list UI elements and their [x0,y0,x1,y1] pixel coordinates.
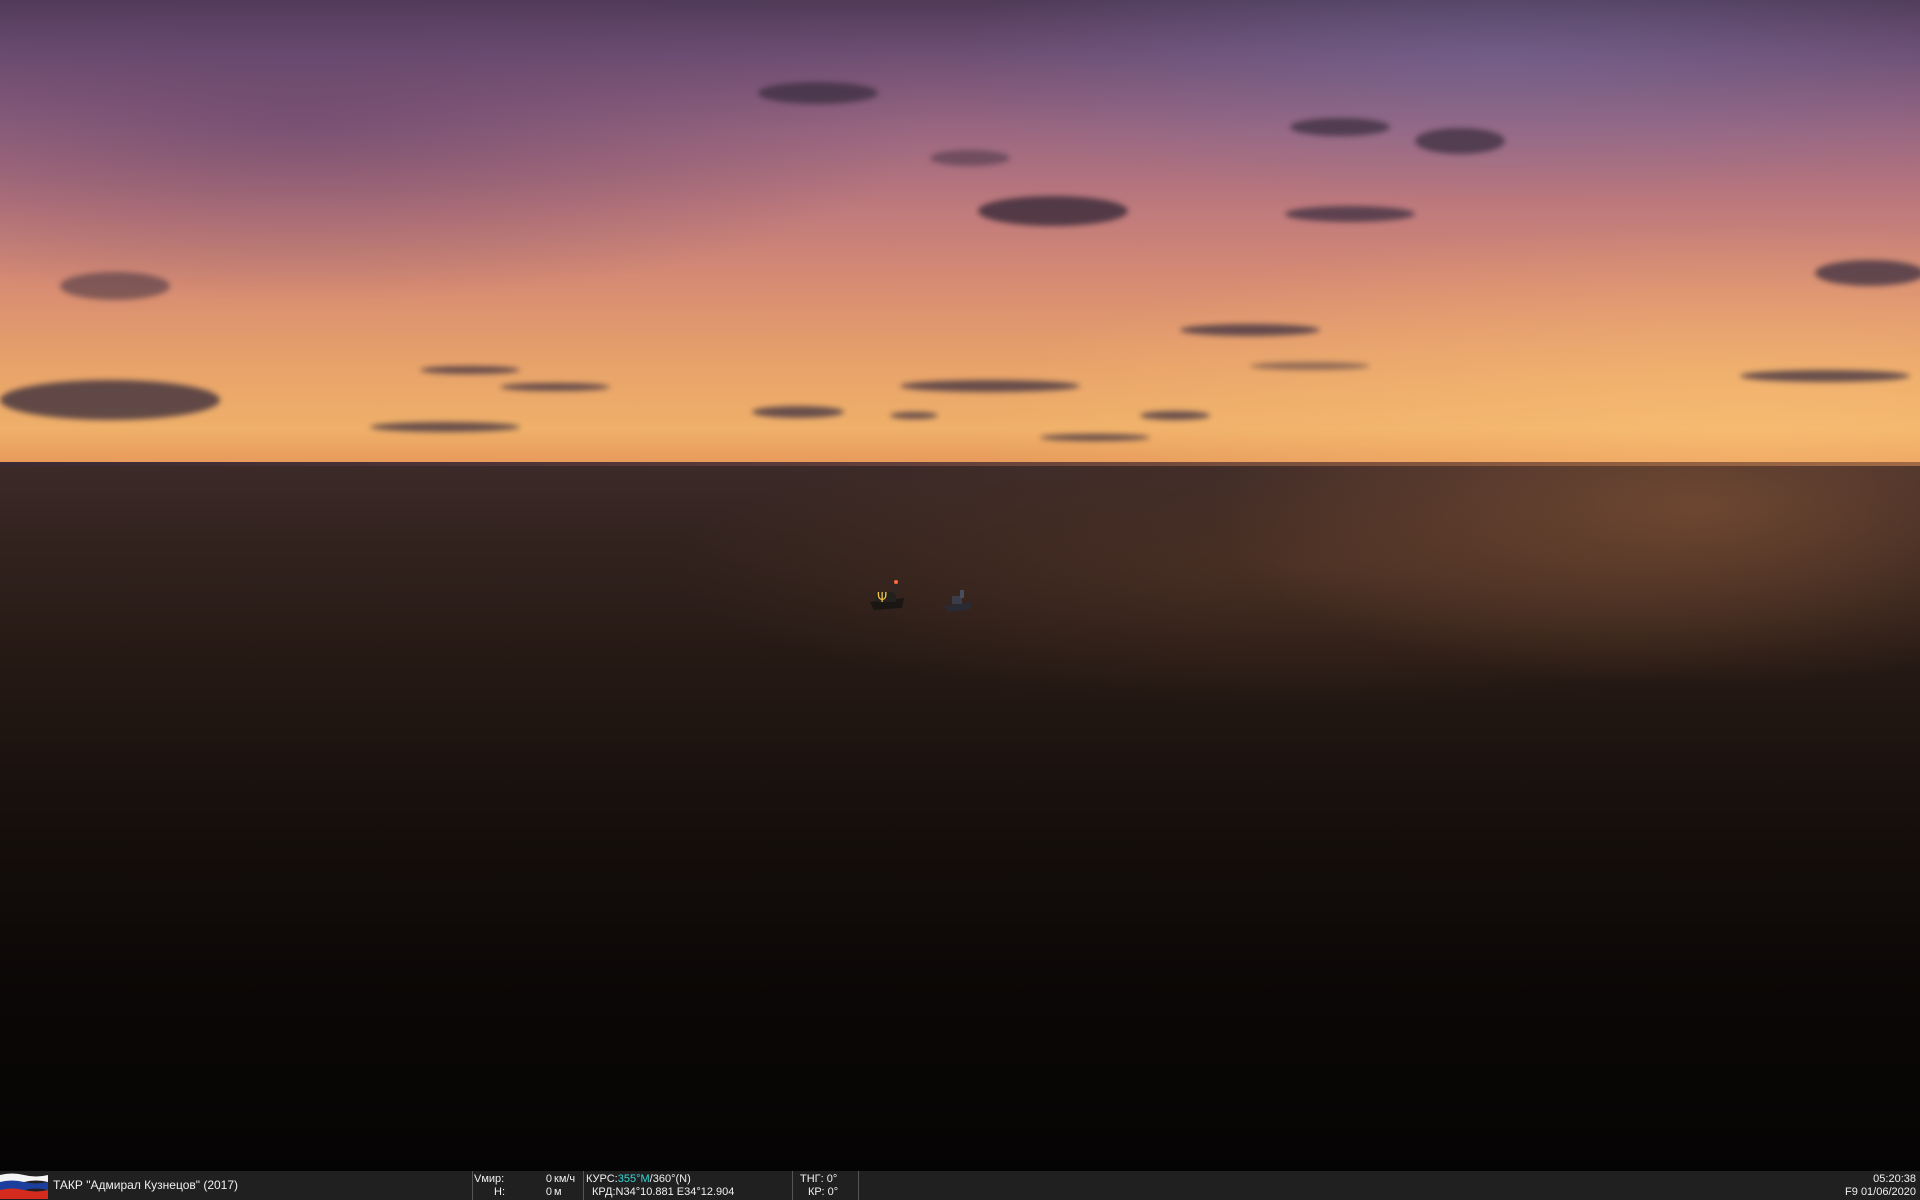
unit-name: ТАКР "Адмирал Кузнецов" (2017) [53,1178,239,1192]
cloud [752,406,844,418]
roll-readout: КР: 0° [808,1186,838,1199]
speed-unit: км/ч [554,1173,576,1185]
coordinates-value: N34°10.881 E34°12.904 [615,1186,735,1198]
cloud [1415,128,1505,154]
course-readout: КУРС:355°M/360°(N) [586,1173,691,1186]
separator [858,1171,859,1200]
svg-text:Ψ: Ψ [877,591,887,606]
escort-ship[interactable] [942,584,974,614]
course-magnetic: 355°M [617,1173,650,1185]
cloud [890,412,938,419]
roll-value: 0° [827,1186,839,1198]
pitch-readout: ТНГ: 0° [800,1173,837,1186]
view-key: F9 [1845,1186,1858,1198]
altitude-value: 0 [545,1186,552,1198]
mission-time: 05:20:38 [1873,1173,1916,1185]
view-date-readout: F9 01/06/2020 [1780,1186,1916,1199]
altitude-label: H: [494,1186,505,1198]
coordinates-label: КРД: [592,1186,616,1198]
cloud [60,272,170,300]
game-viewport[interactable]: Ψ [0,0,1920,1171]
russia-flag-icon [0,1173,48,1199]
sea-reflection [0,466,1920,1171]
speed-label: Vмир: [474,1173,505,1185]
cloud [1250,362,1370,370]
cloud [900,380,1080,392]
cloud [1290,118,1390,136]
cloud [370,422,520,432]
cloud [978,196,1128,226]
sky-glow [0,0,1920,466]
separator [583,1171,584,1200]
course-true: /360°(N) [649,1173,691,1185]
course-label: КУРС: [586,1173,618,1185]
speed-value: 0 [545,1173,552,1185]
cloud [1140,411,1210,420]
cloud [1285,206,1415,222]
separator [472,1171,473,1200]
separator [792,1171,793,1200]
status-bar: ТАКР "Адмирал Кузнецов" (2017) Vмир: 0 к… [0,1171,1920,1200]
cloud [1180,324,1320,336]
cloud [500,383,610,391]
cloud [0,380,220,420]
coordinates-readout: КРД:N34°10.881 E34°12.904 [592,1186,734,1199]
altitude-unit: м [554,1186,562,1198]
roll-label: КР: [808,1186,825,1198]
mission-date: 01/06/2020 [1860,1186,1916,1198]
cloud [1740,370,1910,382]
aircraft-carrier[interactable]: Ψ [866,576,908,614]
cloud [1040,434,1150,441]
cloud [1815,260,1920,286]
pitch-value: 0° [826,1173,838,1185]
pitch-label: ТНГ: [800,1173,824,1185]
cloud [930,150,1010,166]
cloud [758,82,878,104]
cloud [420,366,520,374]
